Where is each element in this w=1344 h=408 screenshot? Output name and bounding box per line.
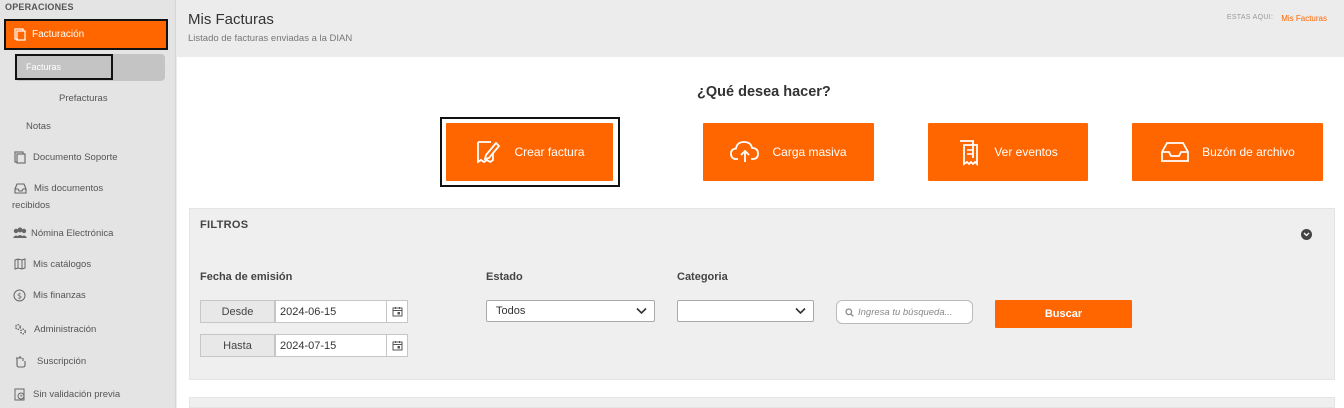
- hasta-addon: Hasta: [200, 334, 275, 357]
- crear-factura-button[interactable]: Crear factura: [446, 123, 613, 181]
- sidebar-section-title: OPERACIONES: [5, 2, 74, 12]
- sidebar-item-finanzas[interactable]: $ Mis finanzas: [13, 289, 86, 302]
- sidebar-item-nomina[interactable]: Nómina Electrónica: [12, 227, 113, 239]
- action-label: Buzón de archivo: [1202, 145, 1295, 159]
- sidebar-item-label: Suscripción: [37, 356, 87, 367]
- edit-doc-icon: [477, 141, 501, 164]
- sidebar-item-label: Administración: [34, 323, 97, 335]
- action-label: Ver eventos: [994, 145, 1058, 159]
- breadcrumb-label: ESTAS AQUI:: [1226, 14, 1274, 21]
- sidebar-item-label: Mis finanzas: [33, 290, 86, 301]
- buscar-button[interactable]: Buscar: [995, 300, 1132, 328]
- chevron-down-icon: [795, 307, 806, 315]
- results-panel: [189, 397, 1335, 408]
- users-icon: [13, 227, 27, 238]
- sidebar-item-label: Mis documentos: [34, 183, 104, 194]
- page-subtitle: Listado de facturas enviadas a la DIAN: [188, 33, 353, 44]
- document-icon: [14, 151, 26, 164]
- sidebar-item-documento-soporte[interactable]: Documento Soporte: [14, 151, 118, 164]
- sidebar: OPERACIONES Facturación Facturas Prefact…: [0, 0, 176, 408]
- sidebar-item-administracion[interactable]: Administración: [14, 323, 96, 335]
- chevron-down-icon[interactable]: [1301, 229, 1312, 240]
- desde-addon: Desde: [200, 300, 275, 323]
- estado-select-value: Todos: [496, 305, 526, 317]
- sidebar-subitem-prefacturas[interactable]: Prefacturas: [59, 93, 108, 104]
- chevron-down-icon: [636, 307, 647, 315]
- sidebar-item-suscripcion[interactable]: Suscripción: [14, 355, 86, 368]
- sidebar-subitem-facturas[interactable]: Facturas: [15, 54, 113, 80]
- documents-icon: [960, 140, 979, 166]
- sidebar-item-catalogos[interactable]: Mis catálogos: [14, 258, 91, 270]
- action-label: Crear factura: [514, 145, 585, 159]
- search-placeholder: Ingresa tu búsqueda...: [858, 306, 953, 318]
- inbox-icon: [14, 183, 27, 194]
- gears-icon: [15, 324, 26, 335]
- hasta-date-value: 2024-07-15: [280, 339, 337, 352]
- carga-masiva-button[interactable]: Carga masiva: [703, 123, 874, 181]
- sidebar-item-label: Facturación: [32, 29, 85, 40]
- action-label: Carga masiva: [772, 145, 847, 159]
- desde-date-input[interactable]: 2024-06-15: [275, 300, 408, 323]
- invoice-icon: [14, 28, 26, 41]
- desde-date-value: 2024-06-15: [280, 305, 337, 318]
- estado-label: Estado: [486, 271, 523, 283]
- categoria-label: Categoria: [677, 271, 728, 283]
- page-title: Mis Facturas: [188, 11, 274, 28]
- svg-text:$: $: [17, 292, 22, 301]
- ver-eventos-button[interactable]: Ver eventos: [928, 123, 1088, 181]
- sidebar-item-label-line2: recibidos: [12, 200, 51, 211]
- sidebar-item-sin-validacion[interactable]: Sin validación previa: [14, 388, 120, 401]
- dollar-icon: $: [13, 289, 26, 302]
- categoria-select[interactable]: [677, 300, 814, 322]
- sidebar-item-label: Nómina Electrónica: [31, 227, 114, 239]
- actions-question: ¿Qué desea hacer?: [697, 84, 831, 100]
- search-icon: [845, 307, 854, 317]
- sidebar-item-mis-documentos[interactable]: Mis documentos: [14, 183, 103, 194]
- calendar-icon[interactable]: [386, 301, 407, 322]
- search-input[interactable]: Ingresa tu búsqueda...: [836, 300, 973, 324]
- hasta-date-input[interactable]: 2024-07-15: [275, 334, 408, 357]
- hand-icon: [16, 356, 26, 368]
- calendar-icon[interactable]: [386, 335, 407, 356]
- clock-doc-icon: [14, 388, 25, 401]
- buzon-archivo-button[interactable]: Buzón de archivo: [1132, 123, 1323, 181]
- cloud-upload-icon: [730, 141, 760, 162]
- sidebar-item-label: Mis catálogos: [33, 258, 92, 270]
- estado-select[interactable]: Todos: [486, 300, 655, 322]
- map-icon: [14, 258, 26, 270]
- inbox-tray-icon: [1161, 142, 1190, 162]
- sidebar-item-label: Sin validación previa: [33, 389, 121, 400]
- breadcrumb-link[interactable]: Mis Facturas: [1281, 14, 1327, 23]
- sidebar-item-label: Documento Soporte: [33, 152, 118, 163]
- sidebar-subitem-notas[interactable]: Notas: [26, 121, 51, 132]
- filters-title: FILTROS: [200, 219, 249, 231]
- sidebar-item-facturacion[interactable]: Facturación: [4, 19, 168, 50]
- breadcrumb: ESTAS AQUI: Mis Facturas: [1227, 14, 1327, 23]
- fecha-emision-label: Fecha de emisión: [200, 271, 293, 283]
